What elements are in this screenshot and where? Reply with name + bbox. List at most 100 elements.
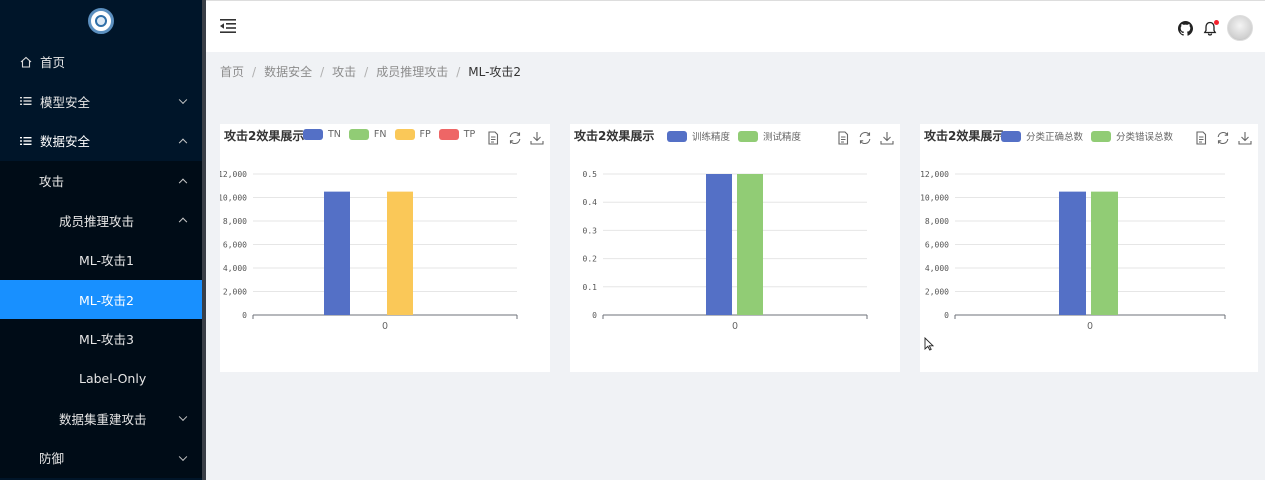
legend-item-tn[interactable]: TN <box>303 129 341 140</box>
legend-label: FP <box>419 129 431 140</box>
breadcrumb-separator: / <box>364 64 369 79</box>
x-tick-label: 0 <box>732 321 738 332</box>
y-tick-label: 2,000 <box>223 288 247 297</box>
home-icon <box>20 56 32 68</box>
bar-测试精度[interactable] <box>737 174 763 315</box>
download-icon[interactable] <box>880 130 894 149</box>
breadcrumb-item-membership-inference[interactable]: 成员推理攻击 <box>376 63 448 80</box>
legend-label: 测试精度 <box>763 132 802 143</box>
restore-icon[interactable] <box>1216 130 1230 149</box>
sidebar-item-model-security[interactable]: 模型安全 <box>0 82 202 122</box>
y-tick-label: 0 <box>242 311 247 320</box>
breadcrumb-separator: / <box>252 64 257 79</box>
y-tick-label: 10,000 <box>920 194 949 203</box>
legend-item-test-accuracy[interactable]: 测试精度 <box>738 129 801 143</box>
sidebar-item-data-security[interactable]: 数据安全 <box>0 121 202 161</box>
chart-toolbox <box>1194 130 1252 149</box>
legend-swatch <box>394 129 415 140</box>
bell-icon[interactable] <box>1203 19 1219 36</box>
y-tick-label: 6,000 <box>223 241 247 250</box>
legend-item-tp[interactable]: TP <box>438 129 475 140</box>
restore-icon[interactable] <box>858 130 872 149</box>
chevron-down-icon <box>178 412 188 422</box>
y-tick-label: 0.4 <box>583 198 598 207</box>
legend-label: 训练精度 <box>692 132 731 143</box>
sidebar-item-ml-attack-3[interactable]: ML-攻击3 <box>0 319 202 359</box>
github-icon[interactable] <box>1178 20 1193 36</box>
sidebar-item-label: 攻击 <box>39 174 65 190</box>
legend-swatch <box>667 130 687 142</box>
breadcrumb: 首页 / 数据安全 / 攻击 / 成员推理攻击 / ML-攻击2 <box>220 63 521 80</box>
breadcrumb-item-home[interactable]: 首页 <box>220 63 244 80</box>
data-view-icon[interactable] <box>486 130 500 149</box>
legend-swatch <box>1001 130 1021 142</box>
sidebar-item-label: 数据集重建攻击 <box>59 411 147 427</box>
sidebar-item-defense[interactable]: 防御 <box>0 437 202 478</box>
y-tick-label: 12,000 <box>220 170 247 179</box>
menu-fold-icon[interactable] <box>220 19 236 33</box>
x-tick-label: 0 <box>382 321 388 332</box>
sidebar-item-ml-attack-2[interactable]: ML-攻击2 <box>0 279 202 320</box>
data-view-icon[interactable] <box>1194 130 1208 149</box>
breadcrumb-item-attack[interactable]: 攻击 <box>332 63 356 80</box>
chart-title: 攻击2效果展示 <box>574 129 655 143</box>
logo[interactable] <box>0 0 202 42</box>
bar-FP[interactable] <box>387 191 413 315</box>
chart-toolbox <box>486 130 544 149</box>
breadcrumb-item-data-security[interactable]: 数据安全 <box>264 63 312 80</box>
breadcrumb-current: ML-攻击2 <box>468 65 522 79</box>
legend-item-fp[interactable]: FP <box>394 129 431 140</box>
legend-item-train-accuracy[interactable]: 训练精度 <box>667 129 730 143</box>
notification-dot <box>1214 19 1219 25</box>
chevron-down-icon <box>178 452 188 461</box>
sidebar-item-label-only[interactable]: Label-Only <box>0 358 202 399</box>
y-tick-label: 0.2 <box>583 255 598 264</box>
chevron-up-icon <box>178 138 188 148</box>
sidebar-item-membership-inference[interactable]: 成员推理攻击 <box>0 200 202 240</box>
bar-TN[interactable] <box>324 191 350 315</box>
y-tick-label: 8,000 <box>223 217 247 226</box>
sidebar: 首页 模型安全 数据安全 攻击 成员推理攻击 ML-攻击1 ML-攻击2 ML-… <box>0 0 202 480</box>
chart-card-accuracy: 0 0.1 0.2 0.3 0.4 0.5 0 攻击2效果展示 训练精度 测试精度 <box>570 124 900 372</box>
restore-icon[interactable] <box>508 130 522 149</box>
sidebar-item-label: ML-攻击1 <box>79 253 134 269</box>
legend-label: TN <box>328 129 341 140</box>
legend-item-fn[interactable]: FN <box>348 129 387 140</box>
bar-训练精度[interactable] <box>706 174 732 315</box>
y-tick-label: 8,000 <box>925 217 949 226</box>
y-tick-label: 4,000 <box>925 264 949 273</box>
sidebar-item-label: 成员推理攻击 <box>59 213 135 229</box>
y-tick-label: 0 <box>944 311 949 320</box>
avatar[interactable] <box>1227 15 1253 41</box>
download-icon[interactable] <box>530 130 544 149</box>
logo-icon <box>88 8 114 34</box>
sidebar-item-dataset-reconstruction[interactable]: 数据集重建攻击 <box>0 398 202 438</box>
mouse-cursor-icon <box>924 337 934 351</box>
legend-label: FN <box>373 129 387 140</box>
sidebar-item-attack[interactable]: 攻击 <box>0 160 202 201</box>
chart-classification: 0 2,000 4,000 6,000 8,000 10,000 12,000 0 <box>920 170 1226 332</box>
sidebar-item-label: ML-攻击2 <box>79 292 134 308</box>
chart-card-confusion: 0 2,000 4,000 6,000 8,000 10,000 12,000 0 攻击2效果… <box>220 124 550 372</box>
y-tick-label: 10,000 <box>220 194 247 203</box>
chart-confusion: 0 2,000 4,000 6,000 8,000 10,000 12,000 0 <box>220 170 518 332</box>
bar-分类正确总数[interactable] <box>1059 191 1086 315</box>
legend-label: 分类错误总数 <box>1116 132 1174 143</box>
legend-item-wrong-total[interactable]: 分类错误总数 <box>1091 129 1173 143</box>
sidebar-item-home[interactable]: 首页 <box>0 42 202 82</box>
download-icon[interactable] <box>1238 130 1252 149</box>
y-tick-label: 0.3 <box>583 226 598 235</box>
y-tick-label: 6,000 <box>925 241 949 250</box>
data-view-icon[interactable] <box>836 130 850 149</box>
x-tick-label: 0 <box>1087 321 1093 332</box>
bar-分类错误总数[interactable] <box>1091 191 1118 315</box>
sidebar-item-label: 首页 <box>40 55 66 71</box>
chart-card-classification: 0 2,000 4,000 6,000 8,000 10,000 12,000 0 攻击2效果… <box>920 124 1258 372</box>
breadcrumb-separator: / <box>456 64 461 79</box>
legend-swatch <box>438 129 459 140</box>
y-tick-label: 0.5 <box>583 170 598 179</box>
sidebar-scrollbar[interactable] <box>202 0 206 480</box>
legend-item-correct-total[interactable]: 分类正确总数 <box>1001 129 1083 143</box>
sidebar-item-ml-attack-1[interactable]: ML-攻击1 <box>0 239 202 280</box>
sidebar-item-label: Label-Only <box>79 371 147 387</box>
